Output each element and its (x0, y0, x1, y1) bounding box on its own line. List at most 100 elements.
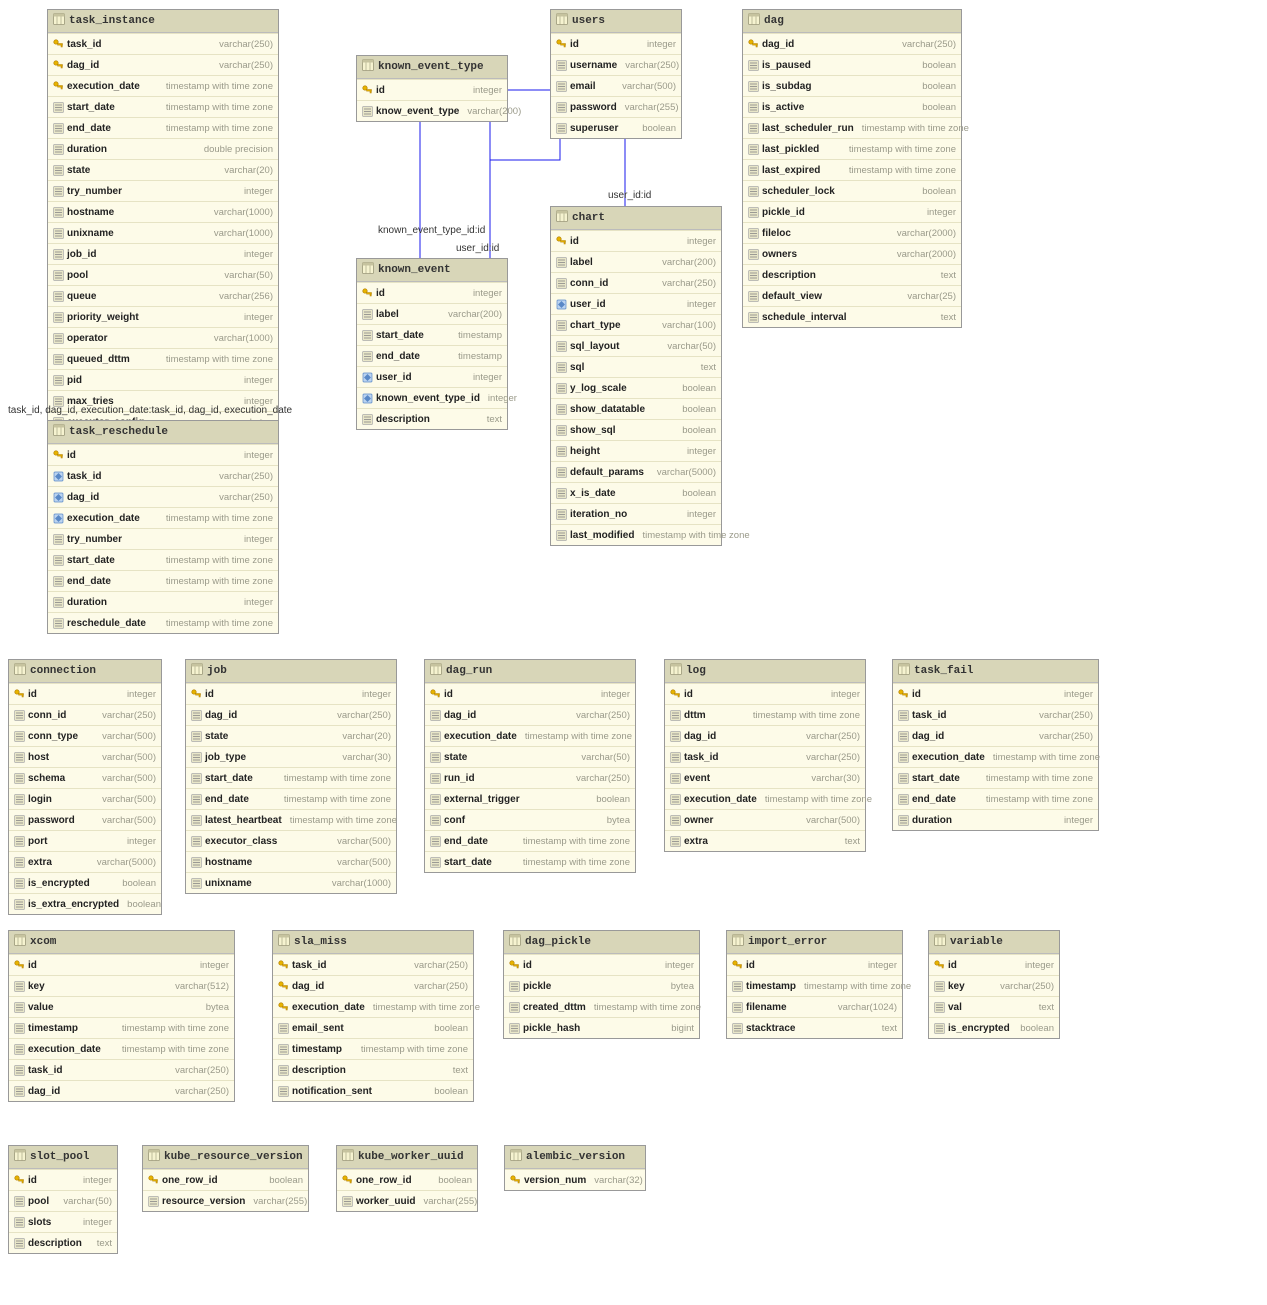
column-row[interactable]: statevarchar(20) (186, 725, 396, 746)
column-row[interactable]: unixnamevarchar(1000) (48, 222, 278, 243)
entity-task_instance[interactable]: task_instancetask_idvarchar(250)dag_idva… (47, 9, 279, 433)
column-row[interactable]: start_datetimestamp with time zone (48, 96, 278, 117)
column-row[interactable]: start_datetimestamp with time zone (425, 851, 635, 872)
column-row[interactable]: filelocvarchar(2000) (743, 222, 961, 243)
entity-header[interactable]: xcom (9, 931, 234, 954)
entity-dag_pickle[interactable]: dag_pickleidintegerpicklebyteacreated_dt… (503, 930, 700, 1039)
column-row[interactable]: confbytea (425, 809, 635, 830)
column-row[interactable]: usernamevarchar(250) (551, 54, 681, 75)
entity-dag_run[interactable]: dag_runidintegerdag_idvarchar(250)execut… (424, 659, 636, 873)
entity-header[interactable]: slot_pool (9, 1146, 117, 1169)
column-row[interactable]: run_idvarchar(250) (425, 767, 635, 788)
entity-sla_miss[interactable]: sla_misstask_idvarchar(250)dag_idvarchar… (272, 930, 474, 1102)
entity-job[interactable]: jobidintegerdag_idvarchar(250)statevarch… (185, 659, 397, 894)
entity-header[interactable]: known_event (357, 259, 507, 282)
column-row[interactable]: unixnamevarchar(1000) (186, 872, 396, 893)
column-row[interactable]: descriptiontext (9, 1232, 117, 1253)
entity-connection[interactable]: connectionidintegerconn_idvarchar(250)co… (8, 659, 162, 915)
column-row[interactable]: queued_dttmtimestamp with time zone (48, 348, 278, 369)
column-row[interactable]: priority_weightinteger (48, 306, 278, 327)
column-row[interactable]: executor_classvarchar(500) (186, 830, 396, 851)
column-row[interactable]: hostnamevarchar(1000) (48, 201, 278, 222)
column-row[interactable]: version_numvarchar(32) (505, 1169, 645, 1190)
column-row[interactable]: end_datetimestamp with time zone (48, 570, 278, 591)
column-row[interactable]: pickle_hashbigint (504, 1017, 699, 1038)
column-row[interactable]: statevarchar(20) (48, 159, 278, 180)
column-row[interactable]: idinteger (9, 954, 234, 975)
entity-xcom[interactable]: xcomidintegerkeyvarchar(512)valuebyteati… (8, 930, 235, 1102)
column-row[interactable]: idinteger (504, 954, 699, 975)
column-row[interactable]: timestamptimestamp with time zone (727, 975, 902, 996)
column-row[interactable]: durationdouble precision (48, 138, 278, 159)
column-row[interactable]: x_is_dateboolean (551, 482, 721, 503)
column-row[interactable]: default_paramsvarchar(5000) (551, 461, 721, 482)
column-row[interactable]: stacktracetext (727, 1017, 902, 1038)
column-row[interactable]: task_idvarchar(250) (893, 704, 1098, 725)
entity-dag[interactable]: dagdag_idvarchar(250)is_pausedbooleanis_… (742, 9, 962, 328)
column-row[interactable]: dag_idvarchar(250) (9, 1080, 234, 1101)
column-row[interactable]: user_idinteger (551, 293, 721, 314)
column-row[interactable]: eventvarchar(30) (665, 767, 865, 788)
column-row[interactable]: idinteger (893, 683, 1098, 704)
column-row[interactable]: poolvarchar(50) (9, 1190, 117, 1211)
column-row[interactable]: one_row_idboolean (143, 1169, 308, 1190)
column-row[interactable]: task_idvarchar(250) (273, 954, 473, 975)
column-row[interactable]: is_extra_encryptedboolean (9, 893, 161, 914)
column-row[interactable]: idinteger (727, 954, 902, 975)
column-row[interactable]: dag_idvarchar(250) (743, 33, 961, 54)
column-row[interactable]: show_sqlboolean (551, 419, 721, 440)
column-row[interactable]: is_encryptedboolean (9, 872, 161, 893)
column-row[interactable]: default_viewvarchar(25) (743, 285, 961, 306)
column-row[interactable]: start_datetimestamp with time zone (186, 767, 396, 788)
column-row[interactable]: y_log_scaleboolean (551, 377, 721, 398)
column-row[interactable]: last_expiredtimestamp with time zone (743, 159, 961, 180)
column-row[interactable]: dag_idvarchar(250) (425, 704, 635, 725)
entity-header[interactable]: task_fail (893, 660, 1098, 683)
column-row[interactable]: dag_idvarchar(250) (665, 725, 865, 746)
entity-header[interactable]: task_instance (48, 10, 278, 33)
column-row[interactable]: dag_idvarchar(250) (48, 486, 278, 507)
column-row[interactable]: scheduler_lockboolean (743, 180, 961, 201)
column-row[interactable]: last_modifiedtimestamp with time zone (551, 524, 721, 545)
column-row[interactable]: last_scheduler_runtimestamp with time zo… (743, 117, 961, 138)
entity-header[interactable]: job (186, 660, 396, 683)
column-row[interactable]: idinteger (48, 444, 278, 465)
column-row[interactable]: reschedule_datetimestamp with time zone (48, 612, 278, 633)
column-row[interactable]: execution_datetimestamp with time zone (665, 788, 865, 809)
column-row[interactable]: is_encryptedboolean (929, 1017, 1059, 1038)
column-row[interactable]: valuebytea (9, 996, 234, 1017)
column-row[interactable]: external_triggerboolean (425, 788, 635, 809)
column-row[interactable]: descriptiontext (357, 408, 507, 429)
column-row[interactable]: last_pickledtimestamp with time zone (743, 138, 961, 159)
column-row[interactable]: statevarchar(50) (425, 746, 635, 767)
entity-kube_resource_version[interactable]: kube_resource_versionone_row_idbooleanre… (142, 1145, 309, 1212)
entity-header[interactable]: task_reschedule (48, 421, 278, 444)
column-row[interactable]: timestamptimestamp with time zone (273, 1038, 473, 1059)
entity-log[interactable]: logidintegerdttmtimestamp with time zone… (664, 659, 866, 852)
column-row[interactable]: chart_typevarchar(100) (551, 314, 721, 335)
column-row[interactable]: idinteger (357, 79, 507, 100)
column-row[interactable]: timestamptimestamp with time zone (9, 1017, 234, 1038)
column-row[interactable]: keyvarchar(250) (929, 975, 1059, 996)
column-row[interactable]: is_pausedboolean (743, 54, 961, 75)
column-row[interactable]: idinteger (425, 683, 635, 704)
entity-variable[interactable]: variableidintegerkeyvarchar(250)valtexti… (928, 930, 1060, 1039)
entity-header[interactable]: import_error (727, 931, 902, 954)
column-row[interactable]: operatorvarchar(1000) (48, 327, 278, 348)
column-row[interactable]: one_row_idboolean (337, 1169, 477, 1190)
column-row[interactable]: try_numberinteger (48, 528, 278, 549)
entity-header[interactable]: chart (551, 207, 721, 230)
entity-known_event_type[interactable]: known_event_typeidintegerknow_event_type… (356, 55, 508, 122)
column-row[interactable]: execution_datetimestamp with time zone (893, 746, 1098, 767)
column-row[interactable]: conn_idvarchar(250) (9, 704, 161, 725)
column-row[interactable]: end_datetimestamp with time zone (48, 117, 278, 138)
column-row[interactable]: start_datetimestamp with time zone (893, 767, 1098, 788)
column-row[interactable]: idinteger (551, 230, 721, 251)
column-row[interactable]: loginvarchar(500) (9, 788, 161, 809)
column-row[interactable]: task_idvarchar(250) (665, 746, 865, 767)
column-row[interactable]: labelvarchar(200) (551, 251, 721, 272)
entity-slot_pool[interactable]: slot_poolidintegerpoolvarchar(50)slotsin… (8, 1145, 118, 1254)
column-row[interactable]: keyvarchar(512) (9, 975, 234, 996)
entity-header[interactable]: sla_miss (273, 931, 473, 954)
entity-header[interactable]: kube_resource_version (143, 1146, 308, 1169)
